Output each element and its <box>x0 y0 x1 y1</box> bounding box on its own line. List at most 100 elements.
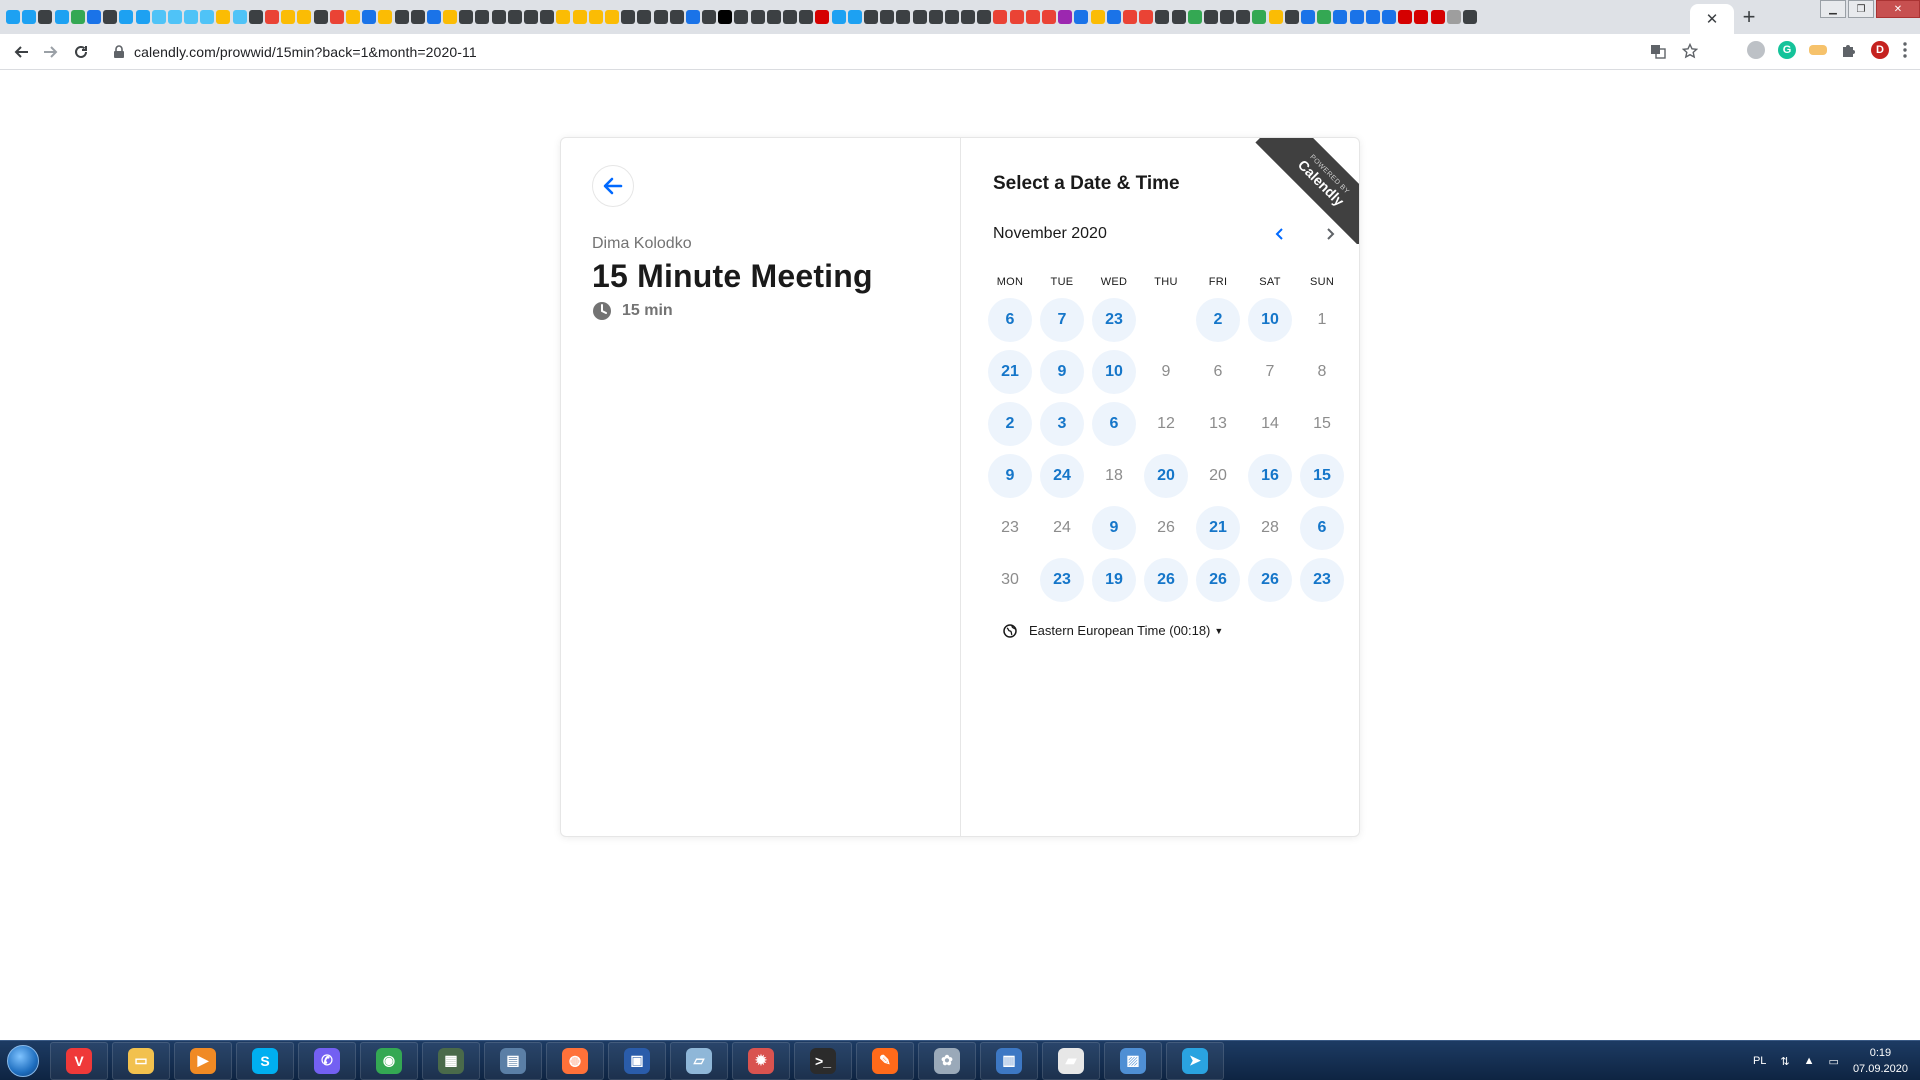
pinned-tab-favicon-icon[interactable] <box>1268 10 1283 24</box>
menu-kebab-icon[interactable] <box>1902 41 1908 59</box>
pinned-tab-favicon-icon[interactable] <box>604 10 619 24</box>
pinned-tab-favicon-icon[interactable] <box>669 10 684 24</box>
available-day-button[interactable]: 10 <box>1088 346 1140 398</box>
pinned-tab-favicon-icon[interactable] <box>1349 10 1364 24</box>
back-nav-button[interactable] <box>6 37 36 67</box>
pinned-tab-favicon-icon[interactable] <box>491 10 506 24</box>
stack-extension-icon[interactable] <box>1809 45 1827 55</box>
taskbar-remote-desktop-button[interactable]: ▥ <box>980 1041 1038 1080</box>
taskbar-file-explorer-button[interactable]: ▭ <box>112 1041 170 1080</box>
pinned-tab-favicon-icon[interactable] <box>22 10 37 24</box>
pinned-tab-favicon-icon[interactable] <box>880 10 895 24</box>
pinned-tab-favicon-icon[interactable] <box>378 10 393 24</box>
available-day-button[interactable]: 23 <box>1296 554 1348 606</box>
pinned-tab-favicon-icon[interactable] <box>410 10 425 24</box>
pinned-tab-favicon-icon[interactable] <box>540 10 555 24</box>
available-day-button[interactable]: 26 <box>1140 554 1192 606</box>
pinned-tab-favicon-icon[interactable] <box>1317 10 1332 24</box>
taskbar-vivaldi-button[interactable]: V <box>50 1041 108 1080</box>
pinned-tab-favicon-icon[interactable] <box>1122 10 1137 24</box>
available-day-button[interactable]: 23 <box>1088 294 1140 346</box>
available-day-button[interactable]: 6 <box>1088 398 1140 450</box>
taskbar-pen-app-button[interactable]: ✎ <box>856 1041 914 1080</box>
pinned-tab-favicon-icon[interactable] <box>281 10 296 24</box>
pinned-tab-favicon-icon[interactable] <box>151 10 166 24</box>
tab-close-icon[interactable]: ✕ <box>1706 12 1719 27</box>
taskbar-calculator-button[interactable]: ▤ <box>484 1041 542 1080</box>
available-day-button[interactable]: 21 <box>1192 502 1244 554</box>
taskbar-paint-button[interactable]: ✿ <box>918 1041 976 1080</box>
taskbar-image-viewer-button[interactable]: ▨ <box>1104 1041 1162 1080</box>
pinned-tab-favicon-icon[interactable] <box>1284 10 1299 24</box>
pinned-tab-favicon-icon[interactable] <box>1009 10 1024 24</box>
next-month-button[interactable] <box>1317 221 1343 247</box>
pinned-tab-favicon-icon[interactable] <box>524 10 538 24</box>
pinned-tab-favicon-icon[interactable] <box>896 10 911 24</box>
maximize-icon[interactable]: ❐ <box>1848 0 1874 18</box>
tray-expand-icon[interactable]: ▲ <box>1804 1055 1815 1067</box>
back-button[interactable] <box>592 165 634 207</box>
pinned-tab-favicon-icon[interactable] <box>588 10 603 24</box>
available-day-button[interactable]: 23 <box>1036 554 1088 606</box>
available-day-button[interactable]: 9 <box>1088 502 1140 554</box>
pinned-tab-favicon-icon[interactable] <box>200 10 215 24</box>
taskbar-save-app-button[interactable]: ▣ <box>608 1041 666 1080</box>
pinned-tab-favicon-icon[interactable] <box>1236 10 1251 24</box>
new-tab-button[interactable]: + <box>1736 4 1762 30</box>
taskbar-skype-button[interactable]: S <box>236 1041 294 1080</box>
window-close-icon[interactable]: ✕ <box>1876 0 1920 18</box>
taskbar-media-player-button[interactable]: ▶ <box>174 1041 232 1080</box>
taskbar-clapper-app-button[interactable]: ▰ <box>1042 1041 1100 1080</box>
pinned-tab-favicon-icon[interactable] <box>38 10 53 24</box>
available-day-button[interactable]: 26 <box>1244 554 1296 606</box>
translate-icon[interactable] <box>1650 43 1666 59</box>
pinned-tab-favicon-icon[interactable] <box>232 10 247 24</box>
pinned-tab-favicon-icon[interactable] <box>1462 10 1477 24</box>
pinned-tab-favicon-icon[interactable] <box>1058 10 1073 24</box>
pinned-tab-favicon-icon[interactable] <box>265 10 279 24</box>
pinned-tab-favicon-icon[interactable] <box>1398 10 1413 24</box>
pinned-tab-favicon-icon[interactable] <box>621 10 636 24</box>
pinned-tab-favicon-icon[interactable] <box>1430 10 1445 24</box>
pinned-tab-favicon-icon[interactable] <box>831 10 846 24</box>
pinned-tab-favicon-icon[interactable] <box>394 10 409 24</box>
available-day-button[interactable]: 19 <box>1088 554 1140 606</box>
forward-nav-button[interactable] <box>36 37 66 67</box>
language-indicator[interactable]: PL <box>1753 1055 1766 1067</box>
pinned-tab-favicon-icon[interactable] <box>54 10 69 24</box>
pinned-tab-favicon-icon[interactable] <box>702 10 717 24</box>
available-day-button[interactable]: 9 <box>1036 346 1088 398</box>
pinned-tab-favicon-icon[interactable] <box>977 10 992 24</box>
pinned-tab-favicon-icon[interactable] <box>993 10 1008 24</box>
available-day-button[interactable]: 24 <box>1036 450 1088 502</box>
pinned-tab-favicon-icon[interactable] <box>1365 10 1380 24</box>
pinned-tab-favicon-icon[interactable] <box>1025 10 1040 24</box>
pinned-tab-favicon-icon[interactable] <box>572 10 587 24</box>
taskbar-monitor-app-button[interactable]: ▦ <box>422 1041 480 1080</box>
pinned-tab-favicon-icon[interactable] <box>1187 10 1202 24</box>
active-tab[interactable]: ✕ <box>1690 4 1734 34</box>
pinned-tab-favicon-icon[interactable] <box>1106 10 1121 24</box>
extension-puzzle-gray-icon[interactable] <box>1747 41 1765 59</box>
profile-avatar[interactable]: D <box>1871 41 1889 59</box>
pinned-tab-favicon-icon[interactable] <box>1301 10 1315 24</box>
available-day-button[interactable]: 20 <box>1140 450 1192 502</box>
available-day-button[interactable]: 6 <box>1296 502 1348 554</box>
available-day-button[interactable]: 15 <box>1296 450 1348 502</box>
pinned-tab-favicon-icon[interactable] <box>216 10 231 24</box>
network-icon[interactable]: ⇅ <box>1780 1055 1789 1068</box>
pinned-tab-favicon-icon[interactable] <box>766 10 781 24</box>
pinned-tab-favicon-icon[interactable] <box>119 10 134 24</box>
bookmark-star-icon[interactable] <box>1682 43 1698 59</box>
pinned-tab-favicon-icon[interactable] <box>6 10 20 24</box>
pinned-tab-favicon-icon[interactable] <box>1074 10 1089 24</box>
pinned-tab-favicon-icon[interactable] <box>443 10 458 24</box>
taskbar-viber-button[interactable]: ✆ <box>298 1041 356 1080</box>
pinned-tab-favicon-icon[interactable] <box>1220 10 1235 24</box>
pinned-tab-favicon-icon[interactable] <box>329 10 344 24</box>
pinned-tab-favicon-icon[interactable] <box>1090 10 1105 24</box>
pinned-tab-favicon-icon[interactable] <box>167 10 182 24</box>
pinned-tab-favicon-icon[interactable] <box>718 10 733 24</box>
pinned-tab-favicon-icon[interactable] <box>345 10 360 24</box>
pinned-tab-favicon-icon[interactable] <box>1333 10 1348 24</box>
